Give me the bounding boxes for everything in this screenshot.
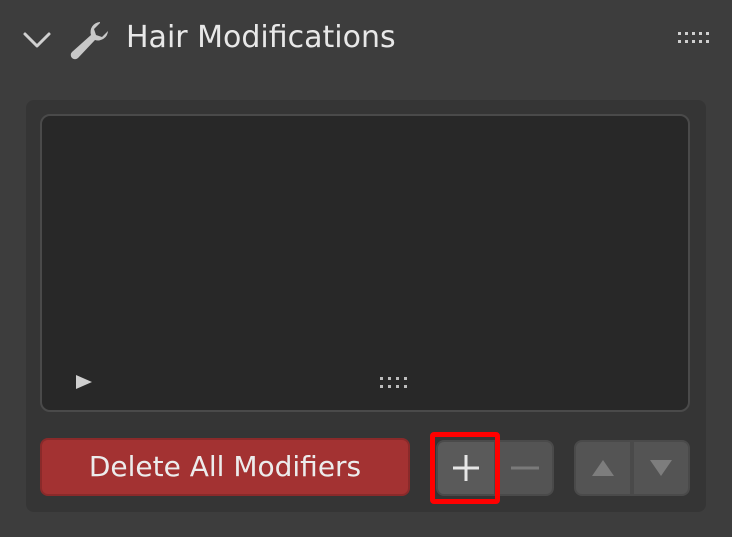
plus-icon: [453, 455, 479, 481]
arrow-down-icon: [650, 460, 672, 476]
resize-grip-icon[interactable]: [378, 376, 412, 390]
drag-grip-icon[interactable]: [676, 30, 712, 46]
delete-all-modifiers-button[interactable]: Delete All Modifiers: [40, 438, 410, 496]
hair-modifications-panel: Hair Modifications Delete All Modifiers: [0, 0, 732, 537]
play-triangle-icon[interactable]: [74, 373, 94, 391]
wrench-icon: [70, 22, 108, 60]
panel-title: Hair Modifications: [126, 20, 396, 55]
modifier-list[interactable]: [40, 114, 690, 412]
add-modifier-button[interactable]: [436, 440, 496, 496]
remove-modifier-button[interactable]: [496, 440, 554, 496]
arrow-up-icon: [592, 460, 614, 476]
minus-icon: [511, 466, 539, 470]
panel-header[interactable]: Hair Modifications: [0, 0, 732, 78]
move-up-button[interactable]: [574, 440, 632, 496]
chevron-down-icon[interactable]: [22, 28, 52, 52]
move-down-button[interactable]: [632, 440, 690, 496]
